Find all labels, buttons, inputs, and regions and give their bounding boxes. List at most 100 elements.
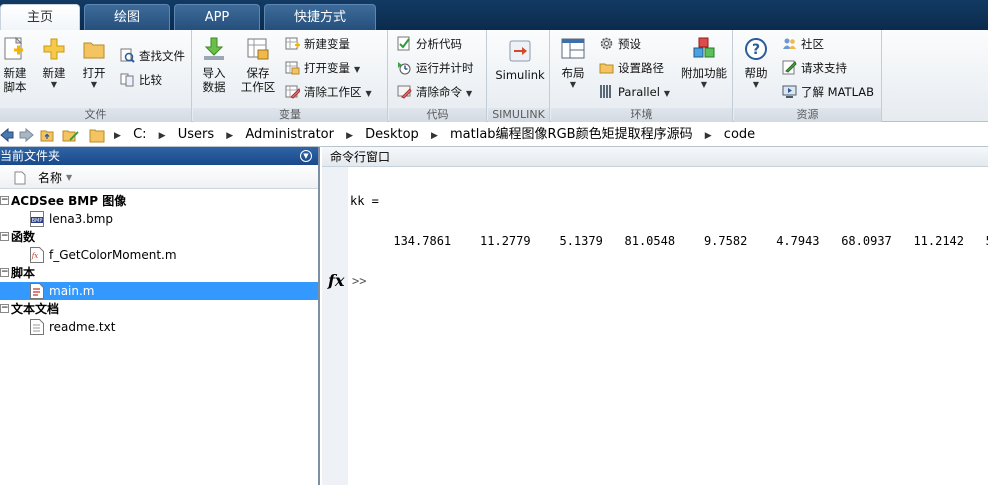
analyze-code-icon [397, 36, 410, 51]
toolstrip-tab-bar: 主页 绘图 APP 快捷方式 [0, 0, 988, 30]
set-path-button[interactable]: 设置路径 [599, 58, 664, 78]
analyze-code-button[interactable]: 分析代码 [397, 34, 462, 54]
tab-home-label: 主页 [26, 10, 53, 25]
file-type-column-icon [14, 171, 26, 185]
tab-apps[interactable]: APP [174, 4, 260, 30]
output-value: 5.1379 [559, 234, 603, 248]
file-item-readme[interactable]: readme.txt [0, 318, 318, 336]
output-value: 4.7943 [776, 234, 820, 248]
function-file-icon: fx [30, 247, 44, 263]
breadcrumb-item-code[interactable]: code [724, 127, 755, 142]
collapse-toggle-icon[interactable]: − [0, 232, 9, 241]
file-group-text[interactable]: − 文本文档 [0, 300, 318, 318]
output-value: 81.0548 [624, 234, 676, 248]
browse-folder-icon[interactable] [62, 130, 79, 142]
new-variable-icon [285, 37, 300, 50]
tab-apps-label: APP [204, 10, 230, 25]
panel-menu-chevron-icon[interactable]: ▼ [300, 150, 312, 162]
preferences-button[interactable]: 预设 [599, 34, 641, 54]
breadcrumb-arrow-icon[interactable]: ▶ [159, 131, 166, 141]
function-browser-fx-icon[interactable]: fx [328, 271, 344, 290]
file-group-scripts[interactable]: − 脚本 [0, 264, 318, 282]
environment-group-label: 环境 [551, 108, 732, 122]
breadcrumb-arrow-icon[interactable]: ▶ [705, 131, 712, 141]
output-value: 9.7582 [703, 234, 748, 248]
compare-label: 比较 [139, 73, 162, 87]
folder-open-icon [83, 42, 105, 59]
parallel-dropdown-icon[interactable]: ▼ [664, 89, 670, 98]
parallel-icon [600, 85, 611, 98]
run-and-time-button[interactable]: 运行并计时 [397, 58, 474, 78]
breadcrumb-item-users[interactable]: Users [178, 127, 214, 142]
breadcrumb: ▶ C: ▶ Users ▶ Administrator ▶ Desktop ▶… [110, 123, 755, 147]
breadcrumb-item-administrator[interactable]: Administrator [245, 127, 334, 142]
collapse-toggle-icon[interactable]: − [0, 268, 9, 277]
find-files-button[interactable]: 查找文件 [120, 46, 185, 66]
learn-matlab-label: 了解 MATLAB [801, 85, 875, 99]
open-button[interactable]: 打开 ▼ [78, 36, 110, 90]
collapse-toggle-icon[interactable]: − [0, 304, 9, 313]
up-folder-icon[interactable] [40, 130, 54, 142]
layout-button[interactable]: 布局 ▼ [557, 36, 589, 90]
new-script-button[interactable]: 新建 脚本 [0, 36, 30, 94]
file-group-label: 文件 [0, 108, 191, 122]
tab-plots[interactable]: 绘图 [84, 4, 170, 30]
tab-shortcuts[interactable]: 快捷方式 [264, 4, 376, 30]
breadcrumb-item-desktop[interactable]: Desktop [365, 127, 419, 142]
command-window-title: 命令行窗口 [330, 150, 391, 164]
output-variable-line: kk = [350, 194, 379, 208]
forward-arrow-icon[interactable] [19, 127, 34, 143]
import-data-button[interactable]: 导入 数据 [199, 36, 229, 94]
breadcrumb-arrow-icon[interactable]: ▶ [346, 131, 353, 141]
file-name: lena3.bmp [49, 212, 114, 226]
breadcrumb-arrow-icon[interactable]: ▶ [226, 131, 233, 141]
output-value: 11.2779 [480, 234, 531, 248]
variable-group: 导入 数据 保存 工作区 新建变量 打开变量 ▼ 清除工作区 ▼ 变量 [193, 30, 388, 122]
open-variable-label: 打开变量 [304, 61, 350, 75]
save-workspace-button[interactable]: 保存 工作区 [239, 36, 277, 94]
file-item-f-getcolormoment[interactable]: fx f_GetColorMoment.m [0, 246, 318, 264]
breadcrumb-item-project[interactable]: matlab编程图像RGB颜色矩提取程序源码 [450, 127, 693, 142]
addons-label: 附加功能 [681, 66, 727, 80]
new-variable-button[interactable]: 新建变量 [285, 34, 350, 54]
command-window[interactable]: 命令行窗口 kk = 134.7861 11.2779 5.1379 81.0548 9… [322, 147, 988, 485]
file-item-main[interactable]: main.m [0, 282, 318, 300]
addons-cubes-icon [693, 37, 715, 58]
name-column-header[interactable]: 名称 ▼ [0, 167, 318, 189]
community-button[interactable]: 社区 [782, 34, 824, 54]
compare-button[interactable]: 比较 [120, 70, 162, 90]
tab-plots-label: 绘图 [113, 10, 140, 25]
help-dropdown-icon: ▼ [752, 80, 760, 89]
learn-matlab-button[interactable]: 了解 MATLAB [782, 82, 874, 102]
breadcrumb-arrow-icon[interactable]: ▶ [431, 131, 438, 141]
clear-commands-button[interactable]: 清除命令 ▼ [397, 82, 472, 102]
collapse-toggle-icon[interactable]: − [0, 196, 9, 205]
command-prompt[interactable]: >> [352, 274, 366, 288]
addons-button[interactable]: 附加功能 ▼ [679, 36, 729, 90]
import-data-icon [204, 37, 224, 60]
clear-workspace-icon [285, 85, 300, 99]
open-variable-dropdown-icon[interactable]: ▼ [354, 65, 360, 74]
back-arrow-icon[interactable] [0, 127, 14, 143]
text-file-icon [30, 319, 44, 335]
breadcrumb-root-arrow-icon[interactable]: ▶ [114, 131, 121, 141]
parallel-button[interactable]: Parallel ▼ [599, 82, 670, 102]
help-button[interactable]: ? 帮助 ▼ [740, 36, 772, 90]
request-support-button[interactable]: 请求支持 [782, 58, 847, 78]
clear-workspace-dropdown-icon[interactable]: ▼ [366, 89, 372, 98]
breadcrumb-item-drive[interactable]: C: [133, 127, 146, 142]
addons-dropdown-icon: ▼ [700, 80, 708, 89]
file-group-bmp[interactable]: − ACDSee BMP 图像 [0, 192, 318, 210]
run-and-time-label: 运行并计时 [416, 61, 474, 75]
new-label: 新建 [42, 66, 66, 80]
open-variable-button[interactable]: 打开变量 ▼ [285, 58, 360, 78]
simulink-button[interactable]: Simulink [492, 38, 548, 82]
file-group-functions[interactable]: − 函数 [0, 228, 318, 246]
clear-workspace-button[interactable]: 清除工作区 ▼ [285, 82, 372, 102]
file-item-lena3[interactable]: BMP lena3.bmp [0, 210, 318, 228]
tab-home[interactable]: 主页 [0, 4, 80, 30]
clear-commands-dropdown-icon[interactable]: ▼ [466, 89, 472, 98]
new-button[interactable]: 新建 ▼ [38, 36, 70, 90]
output-value: 11.2142 [913, 234, 965, 248]
community-label: 社区 [801, 37, 824, 51]
